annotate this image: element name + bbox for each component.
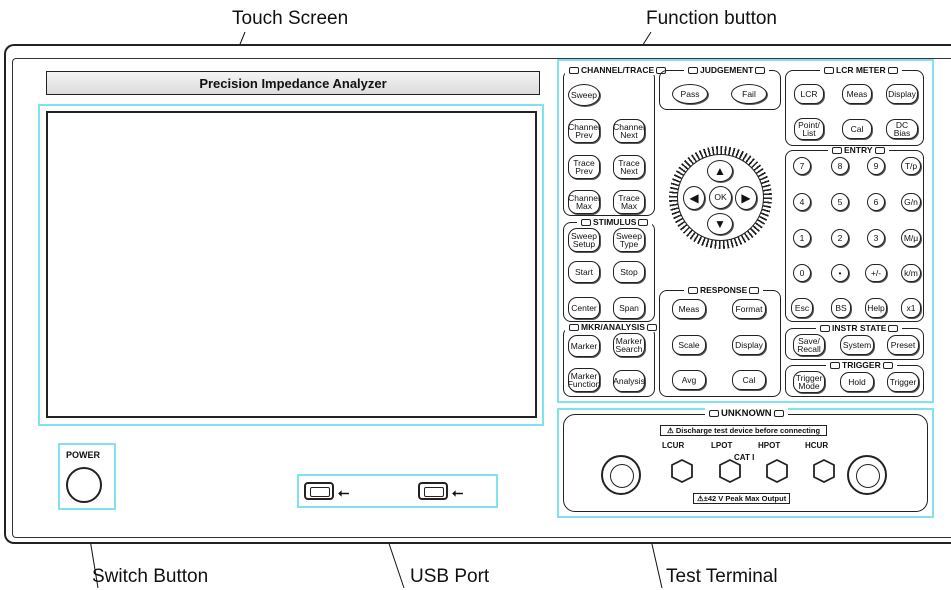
warning-icon: ⚠ bbox=[667, 426, 676, 435]
key-8[interactable]: 8 bbox=[831, 157, 849, 175]
preset-button[interactable]: Preset bbox=[887, 335, 919, 355]
key-x1[interactable]: x1 bbox=[901, 298, 921, 318]
stop-button[interactable]: Stop bbox=[613, 261, 645, 283]
key-1[interactable]: 1 bbox=[793, 229, 811, 247]
save-recall-button[interactable]: Save/ Recall bbox=[793, 334, 825, 356]
system-button[interactable]: System bbox=[840, 335, 874, 355]
key-decimal[interactable]: • bbox=[831, 264, 849, 282]
usb-icon: ⭠ bbox=[338, 484, 350, 500]
channel-max-button[interactable]: Channel Max bbox=[568, 190, 600, 214]
display-lcr-button[interactable]: Display bbox=[886, 84, 918, 104]
trace-prev-button[interactable]: Trace Prev bbox=[568, 155, 600, 179]
trigger-button[interactable]: Trigger bbox=[887, 372, 919, 392]
group-label-mkr-analysis: MKR/ANALYSIS bbox=[565, 323, 661, 332]
analysis-button[interactable]: Analysis bbox=[613, 370, 645, 392]
touch-screen-callout: Touch Screen bbox=[232, 8, 349, 29]
hpot-terminal bbox=[766, 458, 788, 484]
discharge-warning: ⚠ Discharge test device before connectin… bbox=[660, 425, 828, 436]
group-label-unknown: UNKNOWN bbox=[705, 408, 788, 419]
nav-left-button[interactable]: ◀ bbox=[683, 186, 705, 210]
meas-lcr-button[interactable]: Meas bbox=[842, 84, 872, 104]
touch-screen[interactable] bbox=[46, 111, 537, 418]
scale-button[interactable]: Scale bbox=[672, 335, 706, 355]
format-button[interactable]: Format bbox=[732, 299, 766, 319]
channel-prev-button[interactable]: Channel Prev bbox=[568, 119, 600, 143]
group-label-instr-state: INSTR STATE bbox=[816, 324, 903, 333]
key-0[interactable]: 0 bbox=[793, 264, 811, 282]
key-plus-minus[interactable]: +/- bbox=[865, 264, 887, 282]
key-m-mu[interactable]: M/μ bbox=[901, 229, 921, 247]
key-7[interactable]: 7 bbox=[793, 157, 811, 175]
warning-icon: ⚠ bbox=[697, 494, 704, 503]
point-list-button[interactable]: Point/ List bbox=[794, 118, 824, 140]
key-4[interactable]: 4 bbox=[793, 193, 811, 211]
group-label-trigger: TRIGGER bbox=[826, 361, 897, 370]
group-label-stimulus: STIMULUS bbox=[577, 218, 653, 227]
cal-response-button[interactable]: Cal bbox=[732, 370, 766, 390]
nav-up-button[interactable]: ▲ bbox=[707, 160, 733, 182]
center-button[interactable]: Center bbox=[568, 297, 600, 319]
fail-button[interactable]: Fail bbox=[731, 84, 767, 104]
usb-icon: ⭠ bbox=[452, 484, 464, 500]
marker-function-button[interactable]: Marker Function bbox=[568, 368, 600, 392]
trigger-mode-button[interactable]: Trigger Mode bbox=[793, 371, 825, 393]
usb-port-1[interactable] bbox=[304, 482, 334, 500]
start-button[interactable]: Start bbox=[568, 261, 600, 283]
hcur-terminal bbox=[813, 458, 835, 484]
sweep-button[interactable]: Sweep bbox=[568, 84, 600, 106]
pass-button[interactable]: Pass bbox=[672, 84, 708, 104]
key-9[interactable]: 9 bbox=[867, 157, 885, 175]
cal-lcr-button[interactable]: Cal bbox=[842, 119, 872, 139]
key-3[interactable]: 3 bbox=[867, 229, 885, 247]
key-g-n[interactable]: G/n bbox=[901, 193, 921, 211]
usb-port-2[interactable] bbox=[418, 482, 448, 500]
group-label-entry: ENTRY bbox=[828, 146, 889, 155]
trace-max-button[interactable]: Trace Max bbox=[613, 190, 645, 214]
instrument-title: Precision Impedance Analyzer bbox=[46, 71, 540, 95]
channel-next-button[interactable]: Channel Next bbox=[613, 119, 645, 143]
key-backspace[interactable]: BS bbox=[831, 298, 851, 318]
trace-next-button[interactable]: Trace Next bbox=[613, 155, 645, 179]
key-5[interactable]: 5 bbox=[831, 193, 849, 211]
key-6[interactable]: 6 bbox=[867, 193, 885, 211]
power-switch-button[interactable] bbox=[66, 467, 102, 503]
switch-button-callout: Switch Button bbox=[92, 566, 209, 587]
hold-button[interactable]: Hold bbox=[840, 372, 874, 392]
key-2[interactable]: 2 bbox=[831, 229, 849, 247]
key-t-p[interactable]: T/p bbox=[901, 157, 921, 175]
function-button-callout: Function button bbox=[646, 8, 777, 29]
avg-button[interactable]: Avg bbox=[672, 370, 706, 390]
group-label-channel-trace: CHANNEL/TRACE bbox=[565, 66, 671, 75]
span-button[interactable]: Span bbox=[613, 297, 645, 319]
lcr-button[interactable]: LCR bbox=[794, 84, 824, 104]
marker-button[interactable]: Marker bbox=[568, 335, 600, 357]
key-help[interactable]: Help bbox=[865, 298, 887, 318]
ok-button[interactable]: OK bbox=[709, 186, 732, 209]
nav-right-button[interactable]: ▶ bbox=[735, 186, 757, 210]
group-label-lcr-meter: LCR METER bbox=[820, 66, 902, 75]
discharge-warning-text: Discharge test device before connecting bbox=[675, 426, 821, 435]
sweep-setup-button[interactable]: Sweep Setup bbox=[568, 228, 600, 252]
bnc-terminals bbox=[671, 458, 835, 484]
usb-port-callout: USB Port bbox=[410, 566, 490, 587]
sweep-type-button[interactable]: Sweep Type bbox=[613, 228, 645, 252]
marker-search-button[interactable]: Marker Search bbox=[613, 333, 645, 357]
key-k-m[interactable]: k/m bbox=[901, 264, 921, 282]
max-output-text: ±42 V Peak Max Output bbox=[703, 494, 787, 503]
test-terminal-callout: Test Terminal bbox=[666, 566, 778, 587]
nav-down-button[interactable]: ▼ bbox=[707, 213, 733, 235]
lpot-terminal bbox=[719, 458, 741, 484]
display-response-button[interactable]: Display bbox=[732, 335, 766, 355]
dc-bias-button[interactable]: DC Bias bbox=[886, 119, 918, 139]
meas-response-button[interactable]: Meas bbox=[672, 299, 706, 319]
power-label: POWER bbox=[66, 450, 101, 460]
group-label-response: RESPONSE bbox=[684, 286, 764, 295]
lcur-terminal bbox=[671, 458, 693, 484]
group-label-judgement: JUDGEMENT bbox=[684, 66, 770, 75]
max-output-warning: ⚠±42 V Peak Max Output bbox=[693, 493, 791, 504]
key-esc[interactable]: Esc bbox=[791, 298, 813, 318]
ground-terminal-left bbox=[601, 455, 641, 495]
